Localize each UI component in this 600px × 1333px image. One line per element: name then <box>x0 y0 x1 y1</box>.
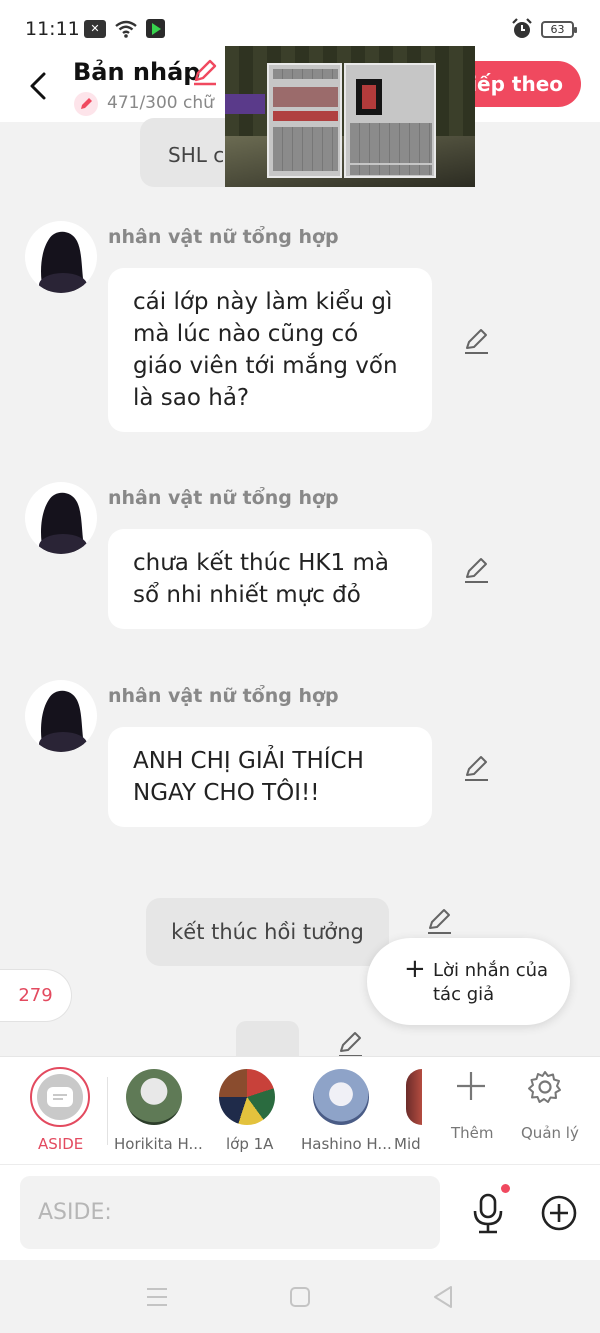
partial-message-bubble[interactable] <box>236 1021 299 1057</box>
aside-selector[interactable] <box>30 1067 90 1127</box>
word-count-badge <box>74 92 98 116</box>
game-inventory-panel <box>267 63 342 178</box>
back-arrow-icon <box>30 72 46 100</box>
system-navigation-bar <box>0 1260 600 1333</box>
character-name: nhân vật nữ tổng hợp <box>108 685 339 707</box>
avatar[interactable] <box>25 482 97 554</box>
character-silhouette-icon <box>39 231 87 293</box>
edit-icon[interactable] <box>462 328 490 356</box>
notification-dot <box>501 1184 510 1193</box>
menu-icon[interactable] <box>146 1287 168 1307</box>
edit-icon[interactable] <box>425 908 453 936</box>
home-icon[interactable] <box>289 1286 311 1308</box>
character-bar: ASIDE Horikita H... lớp 1A Hashino H... … <box>0 1056 600 1164</box>
plus-icon <box>457 1072 485 1100</box>
character-silhouette-icon <box>39 492 87 554</box>
message-bubble[interactable]: ANH CHỊ GIẢI THÍCH NGAY CHO TÔI!! <box>108 727 432 827</box>
input-bar <box>0 1164 600 1260</box>
wifi-icon <box>115 20 137 38</box>
plus-icon: + <box>404 954 426 984</box>
word-count: 471/300 chữ <box>107 93 214 113</box>
manage-label: Quản lý <box>521 1124 579 1142</box>
battery-icon: 63 <box>541 20 577 38</box>
gear-icon <box>528 1071 561 1103</box>
avatar[interactable] <box>25 680 97 752</box>
character-avatar-lop1a[interactable] <box>219 1069 275 1125</box>
play-store-icon <box>146 19 165 38</box>
microphone-icon[interactable] <box>470 1193 508 1235</box>
character-label: lớp 1A <box>226 1135 274 1153</box>
message-input[interactable] <box>20 1176 440 1249</box>
page-title: Bản nháp <box>73 58 201 86</box>
aside-label: ASIDE <box>38 1135 84 1153</box>
message-counter[interactable]: 279 <box>0 969 72 1022</box>
edit-icon[interactable] <box>462 557 490 585</box>
character-label: Hashino H... <box>301 1135 392 1153</box>
notification-icon: ✕ <box>84 19 106 38</box>
floating-video-overlay[interactable] <box>225 46 475 187</box>
system-message[interactable]: kết thúc hồi tưởng <box>146 898 389 966</box>
system-message-text: SHL c <box>168 143 225 167</box>
manage-button[interactable] <box>515 1069 575 1109</box>
pencil-icon[interactable] <box>190 58 218 86</box>
back-triangle-icon[interactable] <box>432 1285 454 1309</box>
game-player-panel <box>344 63 436 178</box>
character-label: Horikita H... <box>114 1135 203 1153</box>
character-silhouette-icon <box>39 690 87 752</box>
author-note-button[interactable]: + Lời nhắn của tác giả <box>367 938 570 1025</box>
chat-icon <box>47 1087 73 1107</box>
character-name: nhân vật nữ tổng hợp <box>108 226 339 248</box>
character-label: Mid <box>394 1135 421 1153</box>
alarm-icon <box>512 18 532 38</box>
message-bubble[interactable]: chưa kết thúc HK1 mà sổ nhi nhiết mực đỏ <box>108 529 432 629</box>
character-avatar-horikita[interactable] <box>126 1069 182 1125</box>
back-button[interactable] <box>24 66 54 106</box>
message-bubble[interactable]: cái lớp này làm kiểu gì mà lúc nào cũng … <box>108 268 432 432</box>
character-name: nhân vật nữ tổng hợp <box>108 487 339 509</box>
avatar[interactable] <box>25 221 97 293</box>
divider <box>107 1077 108 1145</box>
author-note-label: Lời nhắn của tác giả <box>433 960 549 1005</box>
add-character-label: Thêm <box>451 1124 494 1142</box>
status-time: 11:11 <box>25 18 80 40</box>
add-circle-icon[interactable] <box>540 1194 578 1232</box>
edit-icon[interactable] <box>462 755 490 783</box>
character-avatar-hashino[interactable] <box>313 1069 369 1125</box>
edit-icon[interactable] <box>336 1031 364 1059</box>
character-avatar-mid[interactable] <box>406 1069 422 1125</box>
edit-small-icon <box>81 98 92 109</box>
add-character-button[interactable] <box>441 1069 501 1107</box>
